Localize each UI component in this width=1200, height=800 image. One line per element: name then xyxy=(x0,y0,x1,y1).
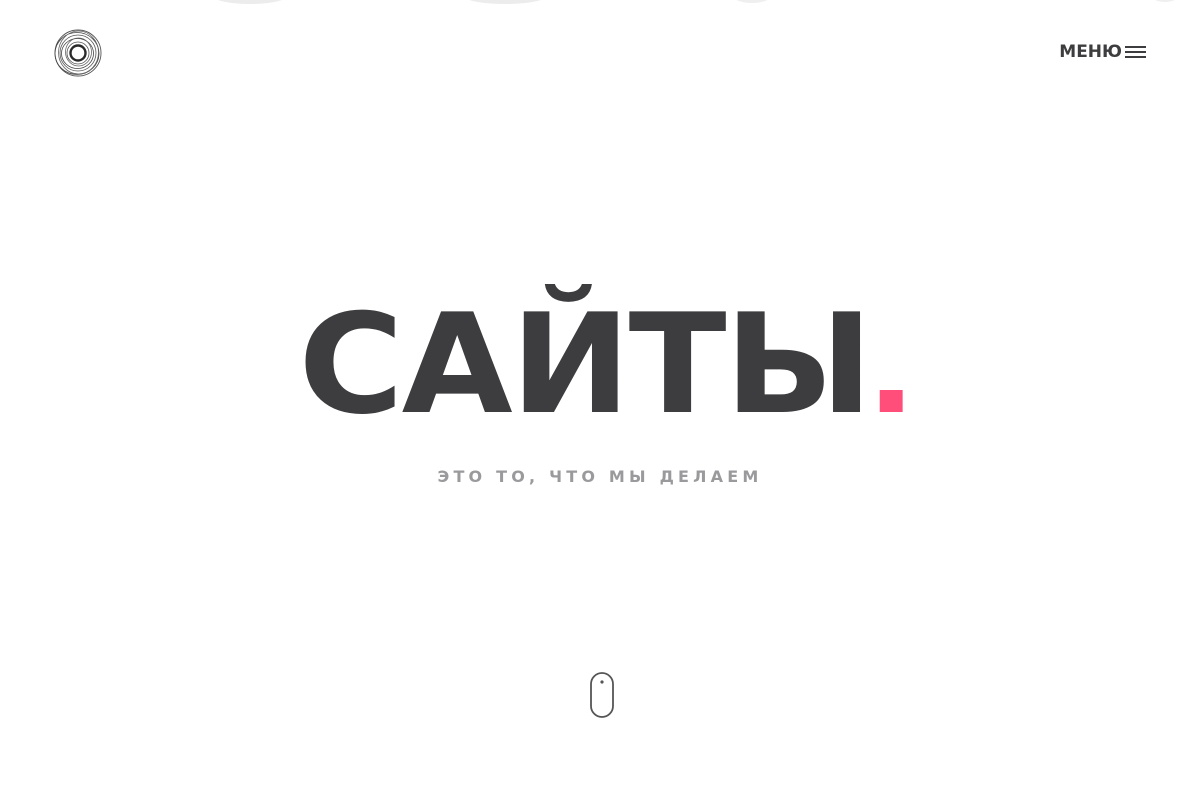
mouse-scroll-icon xyxy=(590,672,614,718)
menu-label: МЕНЮ xyxy=(1059,42,1122,62)
decorative-blob xyxy=(469,0,541,4)
hamburger-icon xyxy=(1125,44,1146,60)
scroll-down-indicator[interactable] xyxy=(589,671,615,719)
hero-title: САЙТЫ xyxy=(298,284,873,445)
page: МЕНЮ САЙТЫ ЭТО ТО, ЧТО МЫ ДЕЛАЕМ xyxy=(0,0,1200,800)
decorative-blob xyxy=(1155,0,1175,2)
menu-button[interactable]: МЕНЮ xyxy=(1059,42,1146,62)
accent-dot xyxy=(879,390,902,412)
decorative-top-shapes xyxy=(218,0,1175,4)
hero: САЙТЫ xyxy=(0,296,1200,434)
decorative-blob xyxy=(736,0,768,3)
hero-title-wrapper: САЙТЫ xyxy=(298,296,902,434)
decorative-blob xyxy=(218,0,282,4)
spiral-logo-icon xyxy=(54,29,102,77)
logo-link[interactable] xyxy=(52,27,104,79)
hero-subtitle: ЭТО ТО, ЧТО МЫ ДЕЛАЕМ xyxy=(437,467,763,486)
